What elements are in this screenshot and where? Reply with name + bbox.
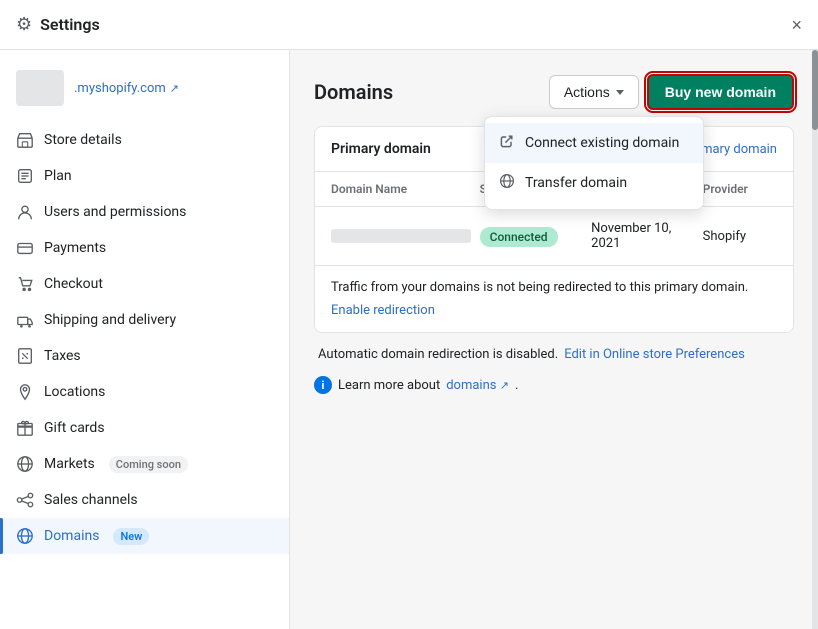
sidebar-item-label: Plan	[44, 168, 72, 184]
globe-icon	[499, 173, 515, 193]
sidebar-item-users-permissions[interactable]: Users and permissions	[0, 194, 289, 230]
auto-redirect-text: Automatic domain redirection is disabled…	[318, 347, 558, 362]
sidebar-item-plan[interactable]: Plan	[0, 158, 289, 194]
payments-icon	[16, 239, 34, 257]
sidebar-item-label: Users and permissions	[44, 204, 186, 220]
title-bar-left: ⚙ Settings	[16, 14, 100, 35]
store-avatar	[16, 70, 64, 106]
sidebar-item-gift-cards[interactable]: Gift cards	[0, 410, 289, 446]
sidebar-item-payments[interactable]: Payments	[0, 230, 289, 266]
scrollbar-track[interactable]	[812, 50, 818, 629]
provider-cell: Shopify	[703, 229, 777, 244]
redirect-text: Traffic from your domains is not being r…	[331, 280, 777, 295]
content-area: .myshopify.com ↗ Store details Plan	[0, 50, 818, 629]
external-icon: ↗	[500, 379, 509, 392]
locations-icon	[16, 383, 34, 401]
primary-domain-label: Primary domain	[331, 141, 431, 157]
gear-icon: ⚙	[16, 14, 32, 35]
sales-channels-icon	[16, 491, 34, 509]
sidebar-item-store-details[interactable]: Store details	[0, 122, 289, 158]
store-info: .myshopify.com ↗	[0, 62, 289, 122]
close-button[interactable]: ×	[791, 16, 802, 34]
window-title: Settings	[40, 15, 100, 34]
sidebar-item-label: Domains	[44, 528, 99, 544]
sidebar-item-label: Markets	[44, 456, 95, 472]
connect-existing-label: Connect existing domain	[525, 135, 679, 151]
sidebar-item-label: Payments	[44, 240, 106, 256]
redirect-notice: Traffic from your domains is not being r…	[315, 266, 793, 332]
sidebar-item-taxes[interactable]: Taxes	[0, 338, 289, 374]
actions-dropdown: Connect existing domain Transfer domain	[484, 116, 704, 210]
transfer-domain-label: Transfer domain	[525, 175, 627, 191]
connect-existing-domain-item[interactable]: Connect existing domain	[485, 123, 703, 163]
sidebar-item-label: Taxes	[44, 348, 81, 364]
sidebar-item-label: Shipping and delivery	[44, 312, 176, 328]
status-badge: Connected	[480, 227, 558, 247]
sidebar-item-shipping[interactable]: Shipping and delivery	[0, 302, 289, 338]
col-provider: Provider	[703, 182, 777, 196]
buy-new-domain-button[interactable]: Buy new domain	[647, 74, 794, 110]
sidebar: .myshopify.com ↗ Store details Plan	[0, 50, 290, 629]
markets-icon	[16, 455, 34, 473]
domains-learn-more-link[interactable]: domains ↗	[446, 378, 509, 393]
domain-name-redacted	[331, 229, 471, 243]
users-icon	[16, 203, 34, 221]
sidebar-item-label: Locations	[44, 384, 105, 400]
domains-icon	[16, 527, 34, 545]
scrollbar-thumb[interactable]	[812, 50, 818, 130]
shipping-icon	[16, 311, 34, 329]
chevron-down-icon	[616, 90, 624, 95]
actions-button[interactable]: Actions	[549, 75, 639, 109]
main-content: Domains Actions Buy new domain Connect e…	[290, 50, 818, 629]
edit-online-store-preferences-link[interactable]: Edit in Online store Preferences	[564, 347, 745, 362]
transfer-domain-item[interactable]: Transfer domain	[485, 163, 703, 203]
taxes-icon	[16, 347, 34, 365]
learn-more-text: Learn more about	[338, 378, 440, 393]
store-icon	[16, 131, 34, 149]
external-link-icon: ↗	[170, 82, 179, 95]
plan-icon	[16, 167, 34, 185]
sidebar-item-sales-channels[interactable]: Sales channels	[0, 482, 289, 518]
status-cell: Connected	[480, 226, 592, 247]
title-bar: ⚙ Settings ×	[0, 0, 818, 50]
col-domain-name: Domain Name	[331, 182, 480, 196]
store-url-link[interactable]: .myshopify.com ↗	[74, 81, 179, 96]
auto-redirect-bar: Automatic domain redirection is disabled…	[314, 347, 794, 362]
sidebar-item-label: Gift cards	[44, 420, 105, 436]
link-icon	[499, 133, 515, 153]
learn-more-section: i Learn more about domains ↗ .	[314, 376, 794, 394]
coming-soon-badge: Coming soon	[109, 456, 188, 473]
date-added-cell: November 10, 2021	[591, 221, 703, 251]
sidebar-item-markets[interactable]: Markets Coming soon	[0, 446, 289, 482]
gift-cards-icon	[16, 419, 34, 437]
sidebar-item-label: Sales channels	[44, 492, 138, 508]
sidebar-item-locations[interactable]: Locations	[0, 374, 289, 410]
info-icon: i	[314, 376, 332, 394]
sidebar-item-label: Store details	[44, 132, 122, 148]
enable-redirection-link[interactable]: Enable redirection	[331, 303, 435, 318]
page-header: Domains Actions Buy new domain Connect e…	[314, 74, 794, 110]
domain-row: Connected November 10, 2021 Shopify	[315, 207, 793, 266]
new-badge: New	[113, 528, 149, 545]
sidebar-nav: Store details Plan Users and permissions	[0, 122, 289, 554]
checkout-icon	[16, 275, 34, 293]
sidebar-item-label: Checkout	[44, 276, 103, 292]
sidebar-item-domains[interactable]: Domains New ←	[0, 518, 289, 554]
page-title: Domains	[314, 80, 393, 104]
header-actions: Actions Buy new domain	[549, 74, 794, 110]
settings-window: ⚙ Settings × .myshopify.com ↗ Store deta…	[0, 0, 818, 629]
sidebar-item-checkout[interactable]: Checkout	[0, 266, 289, 302]
